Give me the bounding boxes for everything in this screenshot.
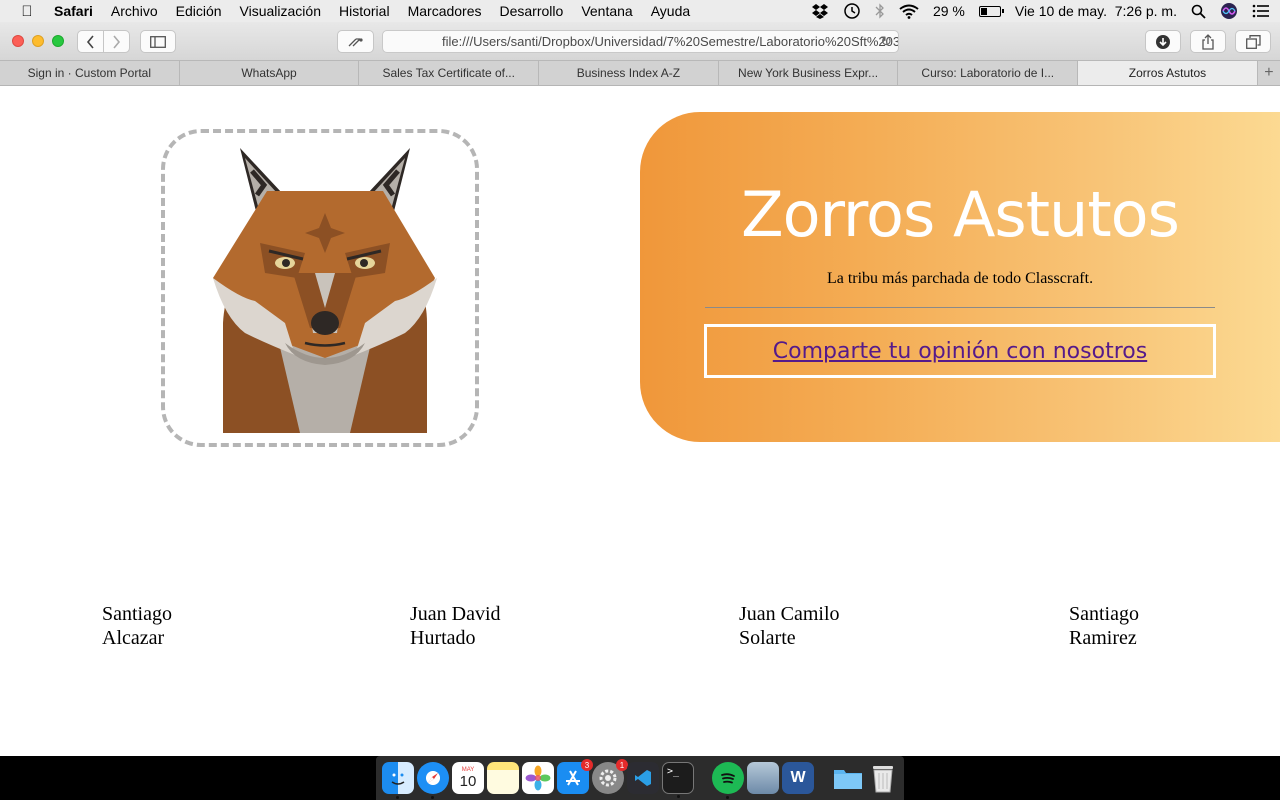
minimize-window-button[interactable] xyxy=(32,35,44,47)
logo-frame xyxy=(161,129,479,447)
back-button[interactable] xyxy=(78,31,104,52)
spotlight-search-icon[interactable] xyxy=(1191,0,1206,22)
forward-button[interactable] xyxy=(104,31,129,52)
battery-percent[interactable]: 29 % xyxy=(933,3,965,19)
vscode-icon[interactable] xyxy=(627,762,659,794)
member-first-name: Santiago xyxy=(102,603,172,625)
zoom-window-button[interactable] xyxy=(52,35,64,47)
dropbox-icon[interactable] xyxy=(811,0,829,22)
tab-sign-in[interactable]: Sign in · Custom Portal xyxy=(0,61,180,85)
share-button[interactable] xyxy=(1190,30,1226,53)
menu-marcadores[interactable]: Marcadores xyxy=(399,3,491,19)
photos-icon[interactable] xyxy=(522,762,554,794)
share-icon xyxy=(1202,33,1214,50)
spotify-icon[interactable] xyxy=(712,762,744,799)
calendar-day: 10 xyxy=(459,772,477,790)
tab-new-york-business[interactable]: New York Business Expr... xyxy=(719,61,899,85)
team-member-1: Santiago Alcazar xyxy=(102,602,172,650)
team-member-4: Santiago Ramirez xyxy=(1069,602,1139,650)
page-tagline: La tribu más parchada de todo Classcraft… xyxy=(826,270,1094,287)
menu-archivo[interactable]: Archivo xyxy=(102,3,167,19)
menu-clock[interactable]: Vie 10 de may. 7:26 p. m. xyxy=(1015,3,1177,19)
notification-center-icon[interactable] xyxy=(1252,0,1270,22)
tab-sales-tax[interactable]: Sales Tax Certificate of... xyxy=(359,61,540,85)
menu-historial[interactable]: Historial xyxy=(330,3,399,19)
terminal-icon[interactable]: >_ xyxy=(662,762,694,798)
tab-overview-button[interactable] xyxy=(1235,30,1271,53)
member-last-name: Ramirez xyxy=(1069,627,1137,649)
web-page: Zorros Astutos La tribu más parchada de … xyxy=(0,86,1280,756)
tab-bar: Sign in · Custom Portal WhatsApp Sales T… xyxy=(0,61,1280,86)
menu-desarrollo[interactable]: Desarrollo xyxy=(491,3,573,19)
tab-curso-laboratorio[interactable]: Curso: Laboratorio de I... xyxy=(898,61,1079,85)
siri-icon[interactable] xyxy=(1220,0,1238,22)
menu-visualizacion[interactable]: Visualización xyxy=(231,3,330,19)
tab-overview-icon xyxy=(1245,34,1261,49)
dock: MAY 10 3 1 >_ W xyxy=(376,756,904,800)
safari-icon[interactable] xyxy=(417,762,449,799)
finder-icon[interactable] xyxy=(382,762,414,799)
tab-business-index[interactable]: Business Index A-Z xyxy=(539,61,719,85)
downloads-folder-icon[interactable] xyxy=(832,762,864,794)
member-last-name: Alcazar xyxy=(102,627,165,649)
apple-menu-icon[interactable]:  xyxy=(0,3,54,20)
fox-logo-icon xyxy=(213,148,437,433)
hero-banner: Zorros Astutos La tribu más parchada de … xyxy=(640,112,1280,442)
system-preferences-icon[interactable]: 1 xyxy=(592,759,628,794)
team-member-3: Juan Camilo Solarte xyxy=(739,602,840,650)
hero-divider xyxy=(705,307,1215,308)
menu-bar:  Safari Archivo Edición Visualización H… xyxy=(0,0,1280,22)
battery-icon[interactable] xyxy=(978,0,1004,22)
back-forward-group xyxy=(77,30,130,53)
reload-icon[interactable]: ↻ xyxy=(880,33,892,50)
address-bar[interactable]: file:///Users/santi/Dropbox/Universidad/… xyxy=(382,30,899,53)
tab-zorros-astutos[interactable]: Zorros Astutos xyxy=(1078,61,1258,85)
app-store-icon[interactable]: 3 xyxy=(557,759,593,794)
tools-icon xyxy=(348,37,363,46)
downloads-button[interactable] xyxy=(1145,30,1181,53)
member-first-name: Juan Camilo xyxy=(739,603,840,625)
trash-icon[interactable] xyxy=(867,762,899,794)
browser-toolbar: file:///Users/santi/Dropbox/Universidad/… xyxy=(0,22,1280,61)
reader-toggle-button[interactable] xyxy=(337,30,374,53)
feedback-link-box: Comparte tu opinión con nosotros xyxy=(704,324,1216,378)
menu-app-name[interactable]: Safari xyxy=(54,3,102,19)
url-text: file:///Users/santi/Dropbox/Universidad/… xyxy=(442,34,899,49)
new-tab-button[interactable]: + xyxy=(1258,61,1280,85)
notes-icon[interactable] xyxy=(487,762,519,794)
menu-edicion[interactable]: Edición xyxy=(167,3,231,19)
member-last-name: Hurtado xyxy=(410,627,476,649)
download-icon xyxy=(1156,34,1170,49)
word-icon[interactable]: W xyxy=(782,762,814,794)
page-title: Zorros Astutos xyxy=(741,178,1180,251)
sidebar-icon xyxy=(150,35,166,48)
calendar-icon[interactable]: MAY 10 xyxy=(452,762,484,794)
team-member-2: Juan David Hurtado xyxy=(410,602,501,650)
member-first-name: Santiago xyxy=(1069,603,1139,625)
menu-ayuda[interactable]: Ayuda xyxy=(642,3,699,19)
time-machine-icon[interactable] xyxy=(843,0,861,22)
app-store-badge: 3 xyxy=(581,759,593,771)
wifi-icon[interactable] xyxy=(899,0,919,22)
member-first-name: Juan David xyxy=(410,603,501,625)
menu-extras: 29 % Vie 10 de may. 7:26 p. m. xyxy=(811,0,1270,22)
tab-whatsapp[interactable]: WhatsApp xyxy=(180,61,360,85)
sidebar-toggle-button[interactable] xyxy=(140,30,176,53)
close-window-button[interactable] xyxy=(12,35,24,47)
member-last-name: Solarte xyxy=(739,627,796,649)
preview-icon[interactable] xyxy=(747,762,779,794)
feedback-link[interactable]: Comparte tu opinión con nosotros xyxy=(773,339,1147,364)
bluetooth-icon[interactable] xyxy=(875,0,885,22)
menu-ventana[interactable]: Ventana xyxy=(572,3,641,19)
